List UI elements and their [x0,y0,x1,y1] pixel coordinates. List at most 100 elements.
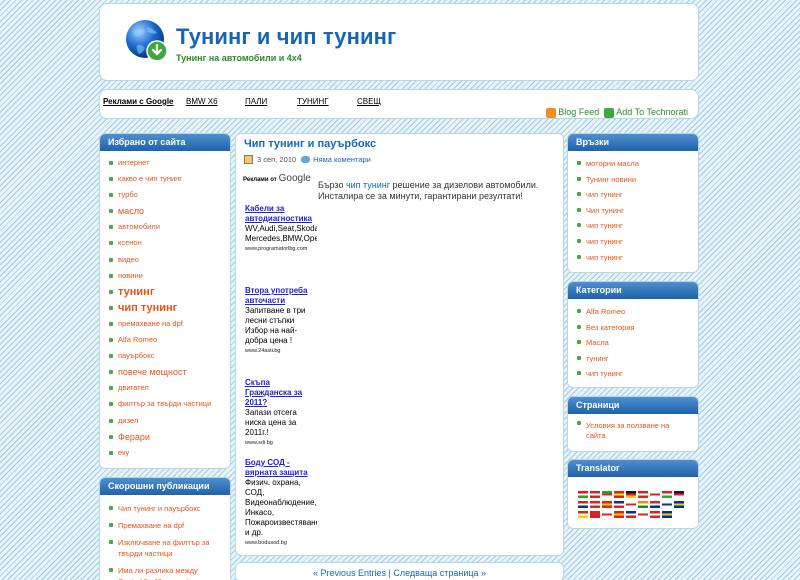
globe-download-icon [126,20,168,62]
language-flag-icon[interactable] [602,511,612,518]
language-flag-icon[interactable] [638,501,648,508]
blogroll-link[interactable]: чип тунинг [576,234,690,250]
nav-link-svesht[interactable]: СВЕЩ [357,97,381,106]
favorite-tag-link[interactable]: еку [108,445,222,461]
favorite-tag-link[interactable]: двигател [108,380,222,396]
language-flag-icon[interactable] [614,501,624,508]
translator-title: Translator [568,460,698,477]
links-widget: Връзки моторни масла Тунинг новини чип тун… [567,133,699,273]
top-nav: Реклами с Google BMW X6 ПАЛИ ТУНИНГ СВЕЩ… [99,89,699,119]
links-title: Връзки [568,134,698,151]
favorite-tag-link[interactable]: пауърбокс [108,348,222,364]
language-flag-icon[interactable] [614,491,624,498]
language-flag-icon[interactable] [662,501,672,508]
language-flag-icon[interactable] [626,501,636,508]
category-link[interactable]: Alfa Romeo [576,304,690,320]
favorite-tag-link[interactable]: автомобили [108,219,222,235]
favorite-tag-link[interactable]: тунинг [108,284,222,300]
favorite-tag-link[interactable]: турбо [108,187,222,203]
recent-list: Чип тунинг и пауърбокс Премахване на dpf И… [100,495,230,580]
ad-title-link[interactable]: Кабели за автодиагностика [245,204,317,224]
language-flag-icon[interactable] [650,511,660,518]
category-link[interactable]: Без категория [576,320,690,336]
next-page-link[interactable]: Следваща страница » [393,568,486,578]
favorite-tag-link[interactable]: повече мощност [108,364,222,380]
nav-link-pali[interactable]: ПАЛИ [245,97,267,106]
blogroll-link[interactable]: Чип тунинг [576,203,690,219]
category-link[interactable]: Масла [576,335,690,351]
language-flag-icon[interactable] [650,501,660,508]
language-flag-icon[interactable] [590,491,600,498]
language-flag-icon[interactable] [626,491,636,498]
recent-post-link[interactable]: Изключване на филтър за твърди частици [108,537,222,559]
blogroll-link[interactable]: чип тунинг [576,218,690,234]
nav-ads-label[interactable]: Реклами с Google [103,97,174,106]
categories-widget: Категории Alfa Romeo Без категория Масла ту… [567,281,699,388]
chip-tuning-link[interactable]: чип тунинг [346,180,390,190]
ad-title-link[interactable]: Скъпа Гражданска за 2011? [245,378,317,408]
favorite-tag-link[interactable]: филтър за твърди частици [108,396,222,412]
blogroll-link[interactable]: моторни масла [576,156,690,172]
language-flag-icon[interactable] [638,491,648,498]
technorati-link[interactable]: Add To Technorati [604,107,688,118]
language-flag-icon[interactable] [602,491,612,498]
site-tagline: Тунинг на автомобили и 4x4 [176,53,302,63]
pages-widget: Страници Условия за ползване на сайта [567,396,699,452]
favorite-tag-link[interactable]: Alfa Romeo [108,332,222,348]
adsense-label[interactable]: Реклами от Google [243,173,311,184]
blogroll-link[interactable]: чип тунинг [576,187,690,203]
language-flag-icon[interactable] [578,501,588,508]
favorite-tag-link[interactable]: масло [108,203,222,219]
ad-url[interactable]: www.programatorlbg.com [245,246,317,252]
feed-links: Blog Feed Add To Technorati [546,107,688,118]
language-flag-icon[interactable] [662,491,672,498]
ad-url[interactable]: www.24asti.bg [245,348,317,354]
recent-post-link[interactable]: Чип тунинг и пауърбокс [108,503,222,514]
page-link[interactable]: Условия за ползване на сайта [576,421,690,441]
ad-title-link[interactable]: Боду СОД - вярната защита [245,458,317,478]
ad-url[interactable]: www.bodusod.bg [245,540,317,546]
ad-title-link[interactable]: Втора употреба авточасти [245,286,317,306]
nav-link-tuning[interactable]: ТУНИНГ [297,97,329,106]
post-date: 3 сеп, 2010 [257,155,297,164]
favorites-widget: Избрано от сайта интернет какво е чип тун… [99,133,231,469]
language-flag-icon[interactable] [590,501,600,508]
favorite-tag-link[interactable]: интернет [108,155,222,171]
site-title[interactable]: Тунинг и чип тунинг [176,24,396,50]
favorite-tag-link[interactable]: премахване на dpf [108,316,222,332]
post-title[interactable]: Чип тунинг и пауърбокс [244,138,376,150]
language-flag-icon[interactable] [578,511,588,518]
blogroll-link[interactable]: Тунинг новини [576,172,690,188]
language-flag-icon[interactable] [650,491,660,498]
language-flag-icon[interactable] [578,491,588,498]
recent-post-link[interactable]: Има ли разлика между Castrol 5w40 magnat… [108,565,222,580]
nav-link-bmw[interactable]: BMW X6 [186,97,218,106]
language-flag-icon[interactable] [614,511,624,518]
post-body: Бързо чип тунинг решение за дизелови авт… [318,180,539,201]
post-comments-link[interactable]: Няма коментари [313,155,371,164]
ad-unit: Кабели за автодиагностика WV,Audi,Seat,Sk… [245,204,317,252]
recent-post-link[interactable]: Премахване на dpf [108,520,222,531]
favorite-tag-link[interactable]: ксенон [108,235,222,251]
language-flag-icon[interactable] [602,501,612,508]
category-link[interactable]: тунинг [576,351,690,367]
favorite-tag-link[interactable]: Ферари [108,429,222,445]
category-link[interactable]: чип тунинг [576,366,690,382]
blogroll-link[interactable]: чип тунинг [576,250,690,266]
favorite-tag-link[interactable]: чип тунинг [108,300,222,316]
language-flag-icon[interactable] [590,511,600,518]
language-flag-icon[interactable] [626,511,636,518]
favorite-tag-link[interactable]: дизел [108,413,222,429]
favorite-tag-link[interactable]: какво е чип тунинг [108,171,222,187]
language-flag-icon[interactable] [662,511,672,518]
language-flag-icon[interactable] [674,501,684,508]
language-flag-icon[interactable] [674,491,684,498]
language-flag-icon[interactable] [638,511,648,518]
ad-description: Физич. охрана, СОД, Видеонаблюдение, Инк… [245,478,317,537]
previous-entries-link[interactable]: « Previous Entries [313,568,386,578]
categories-list: Alfa Romeo Без категория Масла тунинг чип ту… [568,299,698,382]
ad-url[interactable]: www.sdi.bg [245,440,317,446]
favorite-tag-link[interactable]: видео [108,252,222,268]
favorite-tag-link[interactable]: новини [108,268,222,284]
blog-feed-link[interactable]: Blog Feed [546,107,599,118]
